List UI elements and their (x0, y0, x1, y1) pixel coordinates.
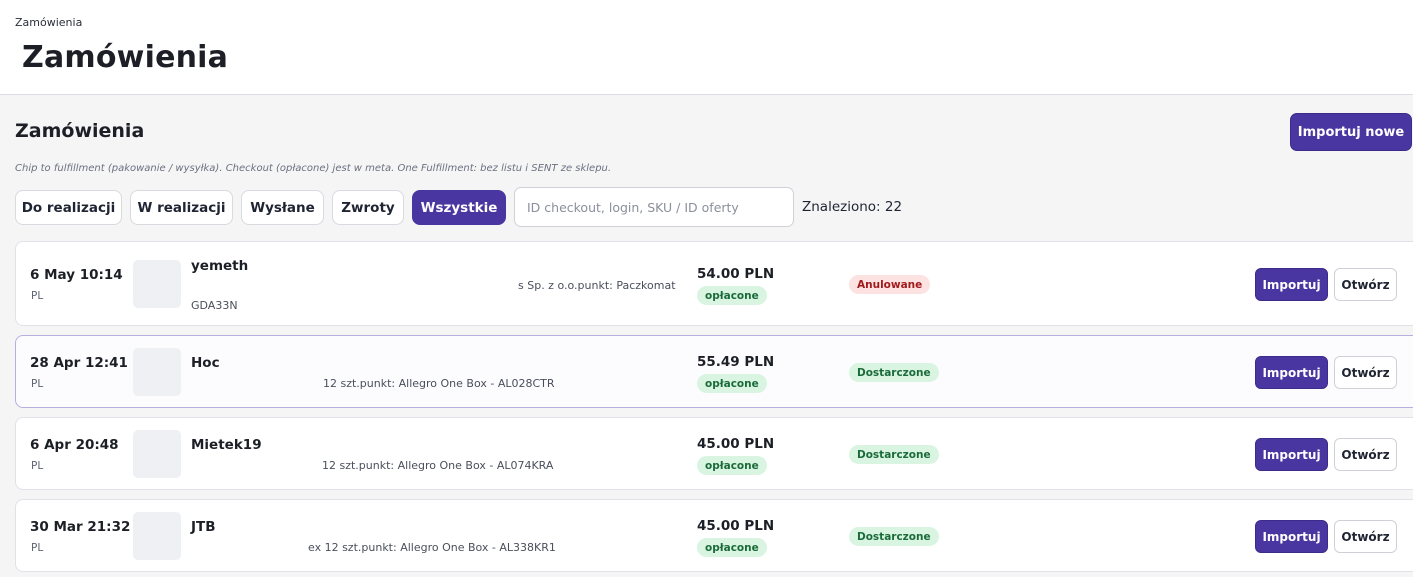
chip-w-realizacji[interactable]: W realizacji (130, 190, 233, 225)
page-title: Zamówienia (22, 40, 229, 75)
order-amount: 55.49 PLN (697, 354, 775, 370)
delivery-info: 12 szt.punkt: Allegro One Box - AL074KRA (322, 459, 554, 472)
order-row[interactable]: 6 Apr 20:48 PL Mietek19 12 szt.punkt: Al… (15, 417, 1413, 490)
order-country: PL (31, 378, 44, 390)
open-button[interactable]: Otwórz (1334, 520, 1397, 553)
search-input[interactable] (514, 187, 794, 227)
order-reference: GDA33N (191, 299, 238, 312)
chip-zwroty[interactable]: Zwroty (332, 190, 404, 225)
product-thumbnail (133, 260, 181, 308)
import-button[interactable]: Importuj (1255, 268, 1328, 301)
buyer-login: Mietek19 (191, 437, 262, 453)
payment-badge: opłacone (697, 538, 767, 557)
status-badge: Anulowane (849, 275, 931, 294)
results-count: Znaleziono: 22 (802, 199, 903, 215)
status-badge: Dostarczone (849, 363, 939, 382)
order-date: 28 Apr 12:41 (30, 355, 128, 371)
fulfillment-hint: Chip to fulfillment (pakowanie / wysyłka… (15, 163, 612, 174)
status-badge: Dostarczone (849, 527, 939, 546)
open-button[interactable]: Otwórz (1334, 438, 1397, 471)
import-button[interactable]: Importuj (1255, 520, 1328, 553)
product-thumbnail (133, 430, 181, 478)
delivery-info: s Sp. z o.o.punkt: Paczkomat (518, 279, 676, 292)
order-country: PL (31, 460, 44, 472)
product-thumbnail (133, 512, 181, 560)
order-row[interactable]: 28 Apr 12:41 PL Hoc 12 szt.punkt: Allegr… (15, 335, 1413, 408)
chip-do-realizacji[interactable]: Do realizacji (15, 190, 122, 225)
import-new-button[interactable]: Importuj nowe (1290, 113, 1412, 151)
order-amount: 54.00 PLN (697, 266, 775, 282)
import-button[interactable]: Importuj (1255, 356, 1328, 389)
payment-badge: opłacone (697, 286, 767, 305)
product-thumbnail (133, 348, 181, 396)
chip-wszystkie[interactable]: Wszystkie (412, 190, 506, 225)
open-button[interactable]: Otwórz (1334, 356, 1397, 389)
order-date: 6 Apr 20:48 (30, 437, 119, 453)
order-row[interactable]: 6 May 10:14 PL yemeth s Sp. z o.o.punkt:… (15, 241, 1413, 326)
order-date: 30 Mar 21:32 (30, 519, 131, 535)
import-button[interactable]: Importuj (1255, 438, 1328, 471)
section-title: Zamówienia (15, 120, 145, 142)
payment-badge: opłacone (697, 456, 767, 475)
page-header: Zamówienia Zamówienia (0, 0, 1413, 95)
delivery-info: 12 szt.punkt: Allegro One Box - AL028CTR (323, 377, 555, 390)
order-country: PL (31, 290, 44, 302)
delivery-info: ex 12 szt.punkt: Allegro One Box - AL338… (308, 541, 556, 554)
buyer-login: yemeth (191, 258, 249, 274)
order-amount: 45.00 PLN (697, 518, 775, 534)
status-badge: Dostarczone (849, 445, 939, 464)
order-amount: 45.00 PLN (697, 436, 775, 452)
buyer-login: JTB (191, 519, 216, 535)
order-country: PL (31, 542, 44, 554)
chip-wyslane[interactable]: Wysłane (241, 190, 324, 225)
buyer-login: Hoc (191, 355, 220, 371)
open-button[interactable]: Otwórz (1334, 268, 1397, 301)
breadcrumb[interactable]: Zamówienia (15, 16, 82, 29)
payment-badge: opłacone (697, 374, 767, 393)
order-date: 6 May 10:14 (30, 267, 123, 283)
order-row[interactable]: 30 Mar 21:32 PL JTB ex 12 szt.punkt: All… (15, 499, 1413, 572)
